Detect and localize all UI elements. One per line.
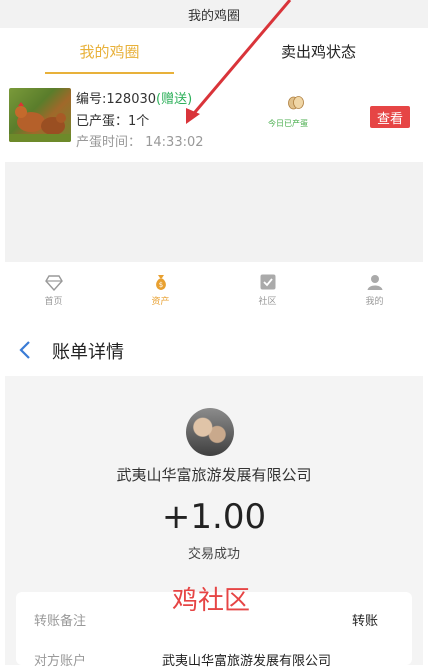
chicken-image [9,88,71,142]
money-bag-icon: $ [155,275,166,290]
nav-me[interactable]: 我的 [321,262,428,318]
nav-assets[interactable]: $ 资产 [107,262,214,318]
counterparty-label: 对方账户 [34,654,87,669]
chicken-number: 编号:128030 [76,92,157,107]
today-laid-label: 今日已产蛋 [268,119,308,128]
eggs-icon [288,96,304,110]
check-box-icon [260,274,275,290]
diamond-icon [44,275,63,291]
watermark-text: 鸡社区 [172,586,251,616]
transaction-status: 交易成功 [187,547,240,562]
person-icon [367,275,382,290]
back-arrow-icon[interactable] [18,340,32,360]
gift-badge: (赠送) [156,92,193,107]
company-name: 武夷山华富旅游发展有限公司 [116,466,312,484]
nav-assets-label: 资产 [151,297,170,307]
view-button[interactable]: 查看 [370,106,410,128]
chicken-number-line: 编号:128030(赠送) [76,88,192,107]
remark-value: 转账 [352,614,379,629]
svg-text:$: $ [158,281,162,289]
empty-area [5,162,423,262]
tab-my-chicken-coop[interactable]: 我的鸡圈 [5,28,214,74]
tab-sold-chicken-status[interactable]: 卖出鸡状态 [214,28,423,74]
tab-bar: 我的鸡圈 卖出鸡状态 [5,28,423,74]
bottom-nav: 首页 $ 资产 社区 我的 [0,262,428,318]
nav-home-label: 首页 [44,297,63,307]
amount: +1.00 [161,497,267,537]
remark-label: 转账备注 [34,614,87,629]
lay-time: 产蛋时间： 14:33:02 [76,135,204,150]
eggs-laid: 已产蛋：1个 [76,114,150,129]
nav-community-label: 社区 [258,297,277,307]
nav-home[interactable]: 首页 [0,262,107,318]
bill-title: 账单详情 [52,342,124,363]
avatar [186,408,234,456]
counterparty-value: 武夷山华富旅游发展有限公司 [162,654,332,669]
nav-me-label: 我的 [365,297,384,307]
nav-community[interactable]: 社区 [214,262,321,318]
page-title: 我的鸡圈 [0,0,428,28]
